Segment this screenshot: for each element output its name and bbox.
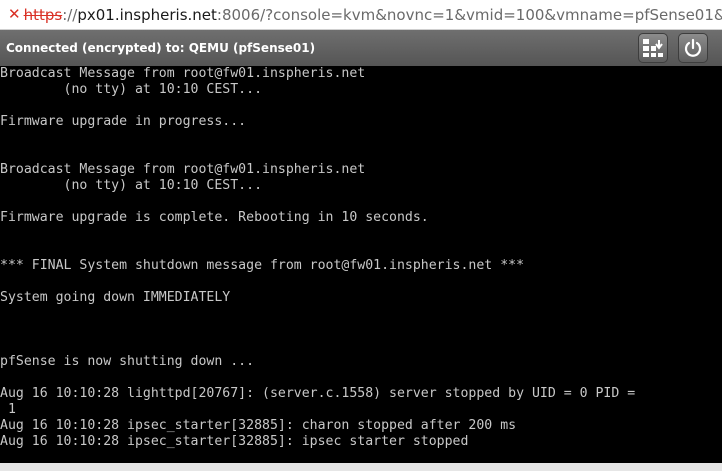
- url-path: :8006/?console=kvm&novnc=1&vmid=100&vmna…: [216, 5, 722, 24]
- console-line: Firmware upgrade is complete. Rebooting …: [0, 210, 429, 225]
- console-line: (no tty) at 10:10 CEST...: [0, 82, 263, 97]
- console-screen[interactable]: Broadcast Message from root@fw01.inspher…: [0, 66, 722, 463]
- power-icon: [684, 38, 702, 57]
- console-line: Broadcast Message from root@fw01.inspher…: [0, 162, 366, 177]
- console-line: Aug 16 10:10:28 ipsec_starter[32885]: ch…: [0, 418, 517, 433]
- url-scheme: https: [23, 5, 63, 24]
- power-button[interactable]: [678, 33, 708, 63]
- connection-status: Connected (encrypted) to: QEMU (pfSense0…: [6, 41, 316, 55]
- send-keys-button[interactable]: [638, 33, 668, 63]
- console-line: Firmware upgrade in progress...: [0, 114, 247, 129]
- console-line: pfSense is now shutting down ...: [0, 354, 255, 369]
- send-keys-icon: [643, 39, 663, 57]
- console-line: System going down IMMEDIATELY: [0, 290, 231, 305]
- console-line: *** FINAL System shutdown message from r…: [0, 258, 525, 273]
- address-bar[interactable]: ✕ https :// px01.inspheris.net :8006/?co…: [0, 0, 722, 30]
- vnc-status-bar: Connected (encrypted) to: QEMU (pfSense0…: [0, 30, 722, 66]
- browser-window: ✕ https :// px01.inspheris.net :8006/?co…: [0, 0, 722, 471]
- console-line: Broadcast Message from root@fw01.inspher…: [0, 66, 366, 81]
- console-line: Aug 16 10:10:28 lighttpd[20767]: (server…: [0, 386, 636, 401]
- url-separator: ://: [62, 5, 78, 24]
- url-host: px01.inspheris.net: [77, 5, 217, 24]
- insecure-lock-icon[interactable]: ✕: [8, 7, 21, 22]
- window-bottom-edge: [0, 463, 722, 471]
- console-line: 1: [0, 402, 16, 417]
- console-line: (no tty) at 10:10 CEST...: [0, 178, 263, 193]
- console-line: Aug 16 10:10:28 ipsec_starter[32885]: ip…: [0, 434, 469, 449]
